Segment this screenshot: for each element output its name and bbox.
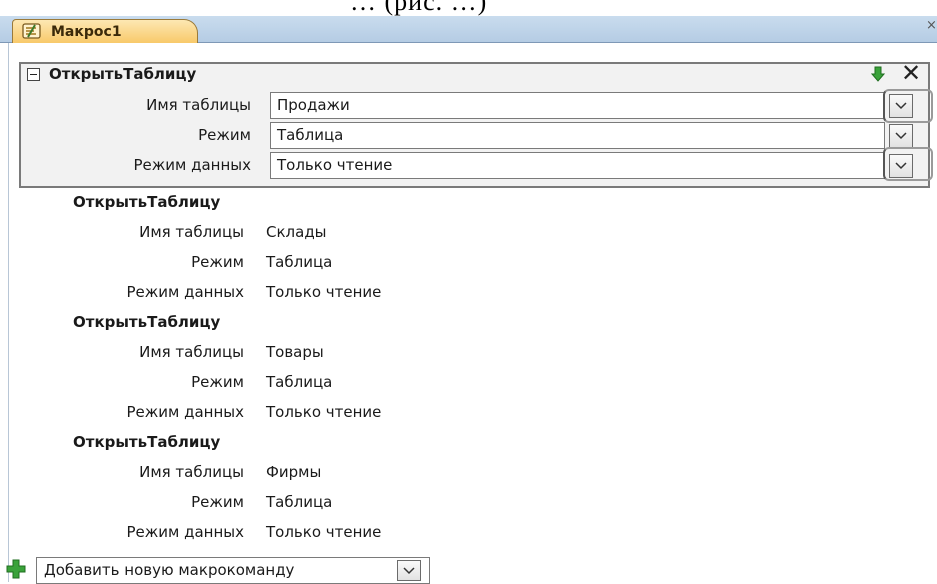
mode-field[interactable]: Таблица xyxy=(270,122,885,149)
table-name-value: Фирмы xyxy=(266,463,322,481)
data-mode-label: Режим данных xyxy=(126,523,244,541)
data-mode-label: Режим данных xyxy=(126,403,244,421)
mode-label: Режим xyxy=(191,253,244,271)
data-mode-value: Только чтение xyxy=(266,403,382,421)
dropdown-highlight-outline xyxy=(883,147,933,181)
top-page-fragment: … (рис. …) xyxy=(0,0,937,16)
action-title[interactable]: ОткрытьТаблицу xyxy=(73,193,220,211)
close-tab-icon[interactable]: × xyxy=(926,18,937,33)
mode-label: Режим xyxy=(191,493,244,511)
chevron-down-icon[interactable] xyxy=(397,560,421,581)
mode-label: Режим xyxy=(191,373,244,391)
action-title: ОткрытьТаблицу xyxy=(49,65,197,83)
table-name-field[interactable]: Продажи xyxy=(270,92,885,119)
action-title[interactable]: ОткрытьТаблицу xyxy=(73,313,220,331)
green-plus-icon[interactable] xyxy=(6,559,26,579)
tab-title: Макрос1 xyxy=(51,23,122,40)
data-mode-value: Только чтение xyxy=(266,523,382,541)
action-title[interactable]: ОткрытьТаблицу xyxy=(73,433,220,451)
table-name-label: Имя таблицы xyxy=(139,223,244,241)
table-name-value: Склады xyxy=(266,223,327,241)
mode-label: Режим xyxy=(198,126,251,144)
add-action-label: Добавить новую макрокоманду xyxy=(44,561,295,579)
mode-value: Таблица xyxy=(266,253,333,271)
green-arrow-down-icon[interactable] xyxy=(870,66,886,82)
document-tab-bar: Макрос1 × xyxy=(0,16,937,43)
table-name-label: Имя таблицы xyxy=(146,96,251,114)
mode-value: Таблица xyxy=(266,373,333,391)
chevron-down-icon[interactable] xyxy=(889,124,913,148)
dropdown-highlight-outline xyxy=(883,89,933,123)
table-name-label: Имя таблицы xyxy=(139,343,244,361)
data-mode-value: Только чтение xyxy=(266,283,382,301)
collapse-toggle-icon[interactable] xyxy=(27,68,40,81)
macro-icon xyxy=(21,23,43,40)
delete-action-icon[interactable]: ✕ xyxy=(901,61,921,85)
add-action-combobox[interactable]: Добавить новую макрокоманду xyxy=(36,557,430,584)
data-mode-label: Режим данных xyxy=(126,283,244,301)
mode-value: Таблица xyxy=(266,493,333,511)
data-mode-field[interactable]: Только чтение xyxy=(270,152,885,179)
table-name-value: Товары xyxy=(266,343,324,361)
tab-macro1[interactable]: Макрос1 xyxy=(12,19,198,43)
data-mode-label: Режим данных xyxy=(133,156,251,174)
macro-designer-pane: ОткрытьТаблицу ✕ Имя таблицы Продажи Реж… xyxy=(6,43,937,584)
header-fragment-text: … (рис. …) xyxy=(350,0,488,16)
table-name-label: Имя таблицы xyxy=(139,463,244,481)
expanded-action-block[interactable]: ОткрытьТаблицу ✕ Имя таблицы Продажи Реж… xyxy=(19,61,933,188)
